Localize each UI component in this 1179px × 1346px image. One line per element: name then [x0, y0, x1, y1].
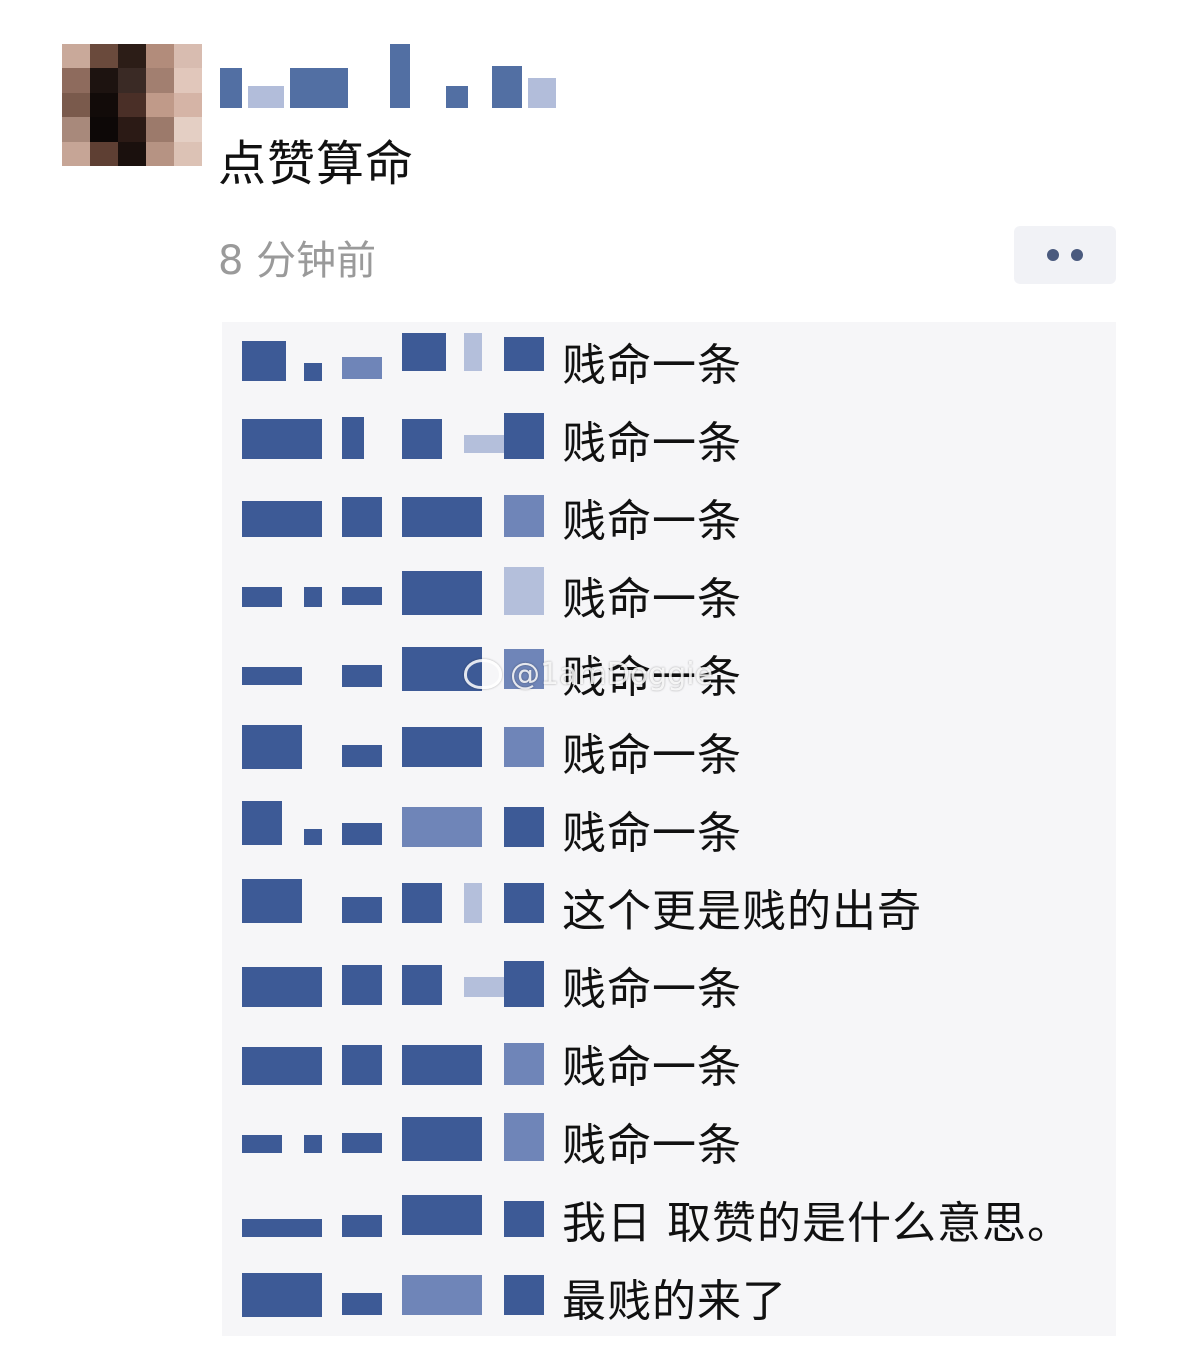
- comment-list: 贱命一条 贱命一条 贱命一条 贱命一条 贱命一条 贱命一条 贱命一条 这个更是贱的出奇 贱命一条…: [222, 322, 1116, 1336]
- comment-text: 贱命一条: [562, 1042, 742, 1093]
- comment-row[interactable]: 贱命一条: [222, 1024, 1116, 1102]
- comment-row[interactable]: 贱命一条: [222, 400, 1116, 478]
- comment-row[interactable]: 我日 取赞的是什么意思。: [222, 1180, 1116, 1258]
- watermark: @1amDoggie: [464, 654, 713, 694]
- comment-row[interactable]: 贱命一条: [222, 790, 1116, 868]
- dot-icon: [1047, 249, 1059, 261]
- comment-text: 贱命一条: [562, 964, 742, 1015]
- comment-row[interactable]: 贱命一条: [222, 556, 1116, 634]
- poster-name-blurred[interactable]: [220, 44, 570, 108]
- comment-row[interactable]: 贱命一条: [222, 712, 1116, 790]
- commenter-name-blurred[interactable]: [242, 799, 546, 859]
- comment-text: 贱命一条: [562, 340, 742, 391]
- comment-text: 贱命一条: [562, 574, 742, 625]
- comment-text: 贱命一条: [562, 496, 742, 547]
- comment-text: 贱命一条: [562, 1120, 742, 1171]
- comment-row[interactable]: 贱命一条: [222, 322, 1116, 400]
- weibo-icon: [464, 659, 502, 689]
- comment-text: 最贱的来了: [562, 1276, 787, 1327]
- commenter-name-blurred[interactable]: [242, 409, 546, 469]
- comment-row[interactable]: 这个更是贱的出奇: [222, 868, 1116, 946]
- comment-row[interactable]: 贱命一条: [222, 1102, 1116, 1180]
- comment-row[interactable]: 贱命一条: [222, 946, 1116, 1024]
- comment-text: 贱命一条: [562, 730, 742, 781]
- comment-row[interactable]: 贱命一条: [222, 478, 1116, 556]
- commenter-name-blurred[interactable]: [242, 331, 546, 391]
- commenter-name-blurred[interactable]: [242, 487, 546, 547]
- comment-text: 我日 取赞的是什么意思。: [562, 1198, 1072, 1249]
- commenter-name-blurred[interactable]: [242, 1111, 546, 1171]
- avatar[interactable]: [62, 44, 202, 166]
- commenter-name-blurred[interactable]: [242, 565, 546, 625]
- comment-text: 这个更是贱的出奇: [562, 886, 922, 937]
- commenter-name-blurred[interactable]: [242, 955, 546, 1015]
- watermark-text: @1amDoggie: [510, 656, 714, 692]
- comment-text: 贱命一条: [562, 418, 742, 469]
- comment-text: 贱命一条: [562, 808, 742, 859]
- dot-icon: [1071, 249, 1083, 261]
- post-content: 点赞算命: [218, 136, 415, 192]
- commenter-name-blurred[interactable]: [242, 1189, 546, 1249]
- commenter-name-blurred[interactable]: [242, 877, 546, 937]
- comment-row[interactable]: 最贱的来了: [222, 1258, 1116, 1336]
- commenter-name-blurred[interactable]: [242, 1033, 546, 1093]
- more-options-button[interactable]: [1014, 226, 1116, 284]
- commenter-name-blurred[interactable]: [242, 721, 546, 781]
- commenter-name-blurred[interactable]: [242, 1267, 546, 1327]
- post-timestamp: 8 分钟前: [218, 238, 377, 284]
